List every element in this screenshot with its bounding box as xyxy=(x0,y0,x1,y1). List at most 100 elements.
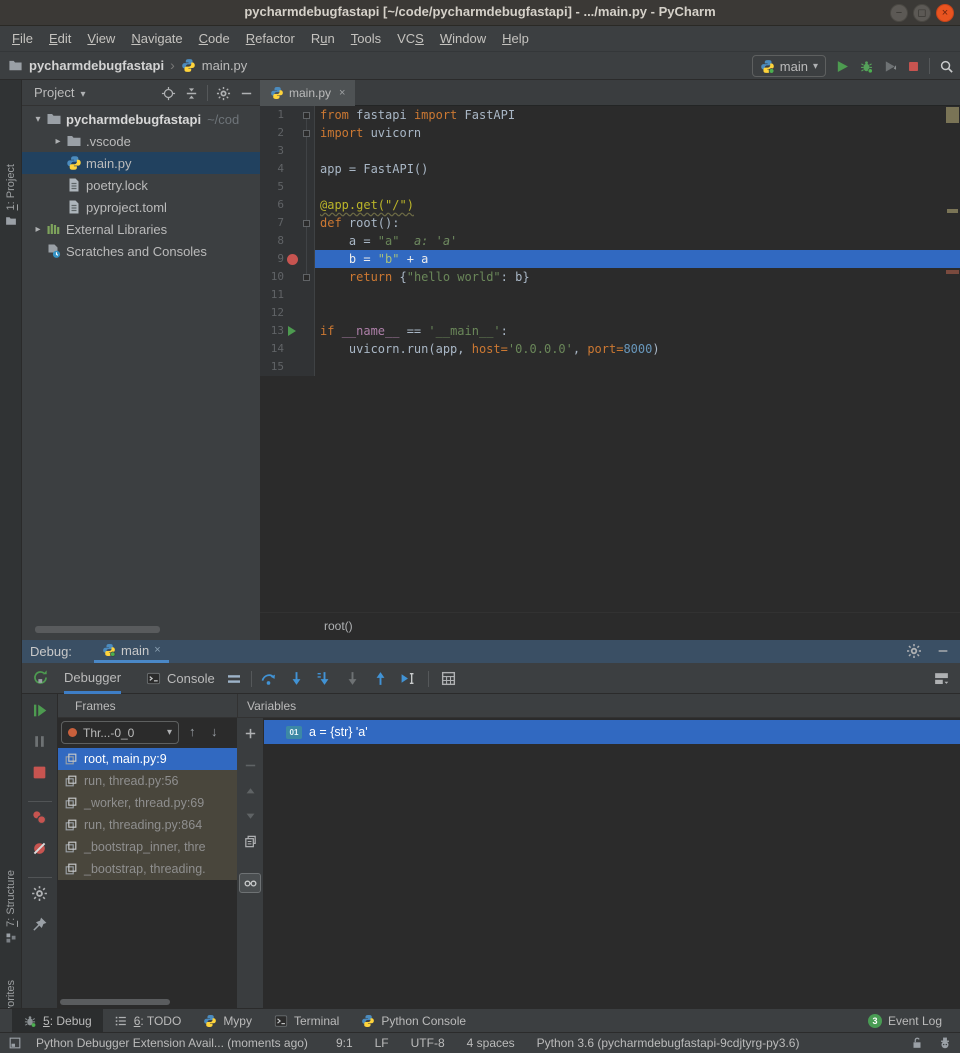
code-line-6[interactable]: 6@app.get("/") xyxy=(260,196,960,214)
code-editor[interactable]: 1from fastapi import FastAPI2import uvic… xyxy=(260,106,960,376)
sidebar-tab-structure[interactable]: 7: Structure xyxy=(0,870,22,944)
step-out-icon[interactable] xyxy=(372,670,389,687)
force-step-into-icon[interactable] xyxy=(344,670,361,687)
title-bar[interactable]: pycharmdebugfastapi [~/code/pycharmdebug… xyxy=(0,0,960,26)
gutter[interactable]: 15 xyxy=(260,358,315,376)
close-button[interactable]: × xyxy=(936,4,954,22)
breakpoint-icon[interactable] xyxy=(287,254,298,265)
code-line-1[interactable]: 1from fastapi import FastAPI xyxy=(260,106,960,124)
toolwindow-toggle-icon[interactable] xyxy=(8,1036,22,1050)
move-up-icon[interactable] xyxy=(243,784,258,799)
hector-inspector-icon[interactable] xyxy=(938,1036,952,1050)
toolwindow-button-terminal[interactable]: Terminal xyxy=(263,1009,350,1033)
frame-row-bootstrap-inner-thre[interactable]: _bootstrap_inner, thre xyxy=(58,836,237,858)
tree-collapsed-icon[interactable]: ▸ xyxy=(50,136,66,147)
gear-icon[interactable] xyxy=(906,643,922,659)
menu-navigate[interactable]: Navigate xyxy=(123,29,190,48)
editor-tab-mainpy[interactable]: main.py × xyxy=(260,80,355,106)
fold-marker-icon[interactable] xyxy=(303,112,310,119)
evaluate-icon[interactable] xyxy=(440,670,457,687)
next-frame-icon[interactable]: ↓ xyxy=(211,724,218,739)
fold-marker-icon[interactable] xyxy=(303,220,310,227)
pause-icon[interactable] xyxy=(31,733,48,750)
previous-frame-icon[interactable]: ↑ xyxy=(189,724,196,739)
menu-file[interactable]: File xyxy=(4,29,41,48)
stop-icon[interactable] xyxy=(31,764,48,781)
move-down-icon[interactable] xyxy=(243,808,258,823)
duplicate-icon[interactable] xyxy=(243,834,258,849)
code-line-3[interactable]: 3 xyxy=(260,142,960,160)
maximize-button[interactable]: ◻ xyxy=(913,4,931,22)
fold-marker-icon[interactable] xyxy=(303,130,310,137)
layout-bars-icon[interactable] xyxy=(226,671,242,687)
lock-icon[interactable] xyxy=(910,1036,924,1050)
view-breakpoints-icon[interactable] xyxy=(31,809,48,826)
coverage-button[interactable] xyxy=(883,59,898,74)
minimize-button[interactable]: − xyxy=(890,4,908,22)
fold-marker-icon[interactable] xyxy=(303,274,310,281)
breakpoint-stripe-marker[interactable] xyxy=(946,270,959,274)
locate-icon[interactable] xyxy=(161,86,176,101)
add-icon[interactable] xyxy=(243,726,258,741)
tab-console[interactable]: Console xyxy=(146,663,215,694)
frame-row-bootstrap-threading[interactable]: _bootstrap, threading. xyxy=(58,858,237,880)
code-line-2[interactable]: 2import uvicorn xyxy=(260,124,960,142)
status-item-python-3-6-pycharmde[interactable]: Python 3.6 (pycharmdebugfastapi-9cdjtyrg… xyxy=(537,1036,800,1050)
status-message[interactable]: Python Debugger Extension Avail... (mome… xyxy=(36,1036,308,1050)
step-into-my-code-icon[interactable] xyxy=(316,670,333,687)
project-horizontal-scrollbar[interactable] xyxy=(35,626,160,633)
debug-session-tab[interactable]: main × xyxy=(94,640,169,663)
code-line-5[interactable]: 5 xyxy=(260,178,960,196)
settings-icon[interactable] xyxy=(216,86,231,101)
event-log-button[interactable]: 3 Event Log xyxy=(868,1009,942,1033)
collapse-all-icon[interactable] xyxy=(184,86,199,101)
tree-expanded-icon[interactable]: ▾ xyxy=(30,114,46,125)
breadcrumb-file[interactable]: main.py xyxy=(202,58,248,73)
tree-item-main-py[interactable]: main.py xyxy=(22,152,260,174)
menu-refactor[interactable]: Refactor xyxy=(238,29,303,48)
frames-horizontal-scrollbar[interactable] xyxy=(60,999,170,1005)
thread-select[interactable]: Thr...-0_0 ▾ xyxy=(61,721,179,744)
frame-row-worker-thread-py-69[interactable]: _worker, thread.py:69 xyxy=(58,792,237,814)
frame-row-run-thread-py-56[interactable]: run, thread.py:56 xyxy=(58,770,237,792)
step-into-icon[interactable] xyxy=(288,670,305,687)
variable-row-01[interactable]: 01a = {str} 'a' xyxy=(264,720,960,744)
code-line-15[interactable]: 15 xyxy=(260,358,960,376)
menu-help[interactable]: Help xyxy=(494,29,537,48)
menu-vcs[interactable]: VCS xyxy=(389,29,432,48)
mute-breakpoints-icon[interactable] xyxy=(31,840,48,857)
code-line-8[interactable]: 8 a = "a" a: 'a' xyxy=(260,232,960,250)
status-item-9-1[interactable]: 9:1 xyxy=(336,1036,353,1050)
run-gutter-icon[interactable] xyxy=(288,326,296,336)
resume-icon[interactable] xyxy=(31,702,48,719)
status-item-utf-8[interactable]: UTF-8 xyxy=(411,1036,445,1050)
settings-icon[interactable] xyxy=(31,885,48,902)
restore-layout-icon[interactable] xyxy=(933,670,950,687)
code-line-10[interactable]: 10 return {"hello world": b} xyxy=(260,268,960,286)
editor-breadcrumb[interactable]: root() xyxy=(260,612,960,640)
inspection-status-marker[interactable] xyxy=(946,107,959,123)
remove-icon[interactable] xyxy=(243,758,258,773)
tab-debugger[interactable]: Debugger xyxy=(64,663,121,694)
tree-item-vscode[interactable]: ▸.vscode xyxy=(22,130,260,152)
breadcrumb-project[interactable]: pycharmdebugfastapi xyxy=(29,58,164,73)
menu-code[interactable]: Code xyxy=(191,29,238,48)
status-item-lf[interactable]: LF xyxy=(375,1036,389,1050)
gutter[interactable]: 11 xyxy=(260,286,315,304)
warning-stripe-marker[interactable] xyxy=(947,209,958,213)
gutter[interactable]: 14 xyxy=(260,340,315,358)
tree-item-poetry-lock[interactable]: poetry.lock xyxy=(22,174,260,196)
menu-tools[interactable]: Tools xyxy=(343,29,389,48)
toolwindow-button-5-debug[interactable]: 5: Debug xyxy=(12,1009,103,1033)
code-line-4[interactable]: 4app = FastAPI() xyxy=(260,160,960,178)
run-configuration-select[interactable]: main ▾ xyxy=(752,55,826,77)
frame-row-run-threading-py-864[interactable]: run, threading.py:864 xyxy=(58,814,237,836)
watch-glasses-box[interactable] xyxy=(239,873,261,893)
gutter[interactable]: 12 xyxy=(260,304,315,322)
sidebar-tab-project[interactable]: 1: Project xyxy=(0,164,22,227)
code-line-12[interactable]: 12 xyxy=(260,304,960,322)
toolwindow-button-6-todo[interactable]: 6: TODO xyxy=(103,1009,193,1033)
frame-row-root-main-py-9[interactable]: root, main.py:9 xyxy=(58,748,237,770)
tree-item-pyproject-toml[interactable]: pyproject.toml xyxy=(22,196,260,218)
session-close-icon[interactable]: × xyxy=(154,644,160,656)
